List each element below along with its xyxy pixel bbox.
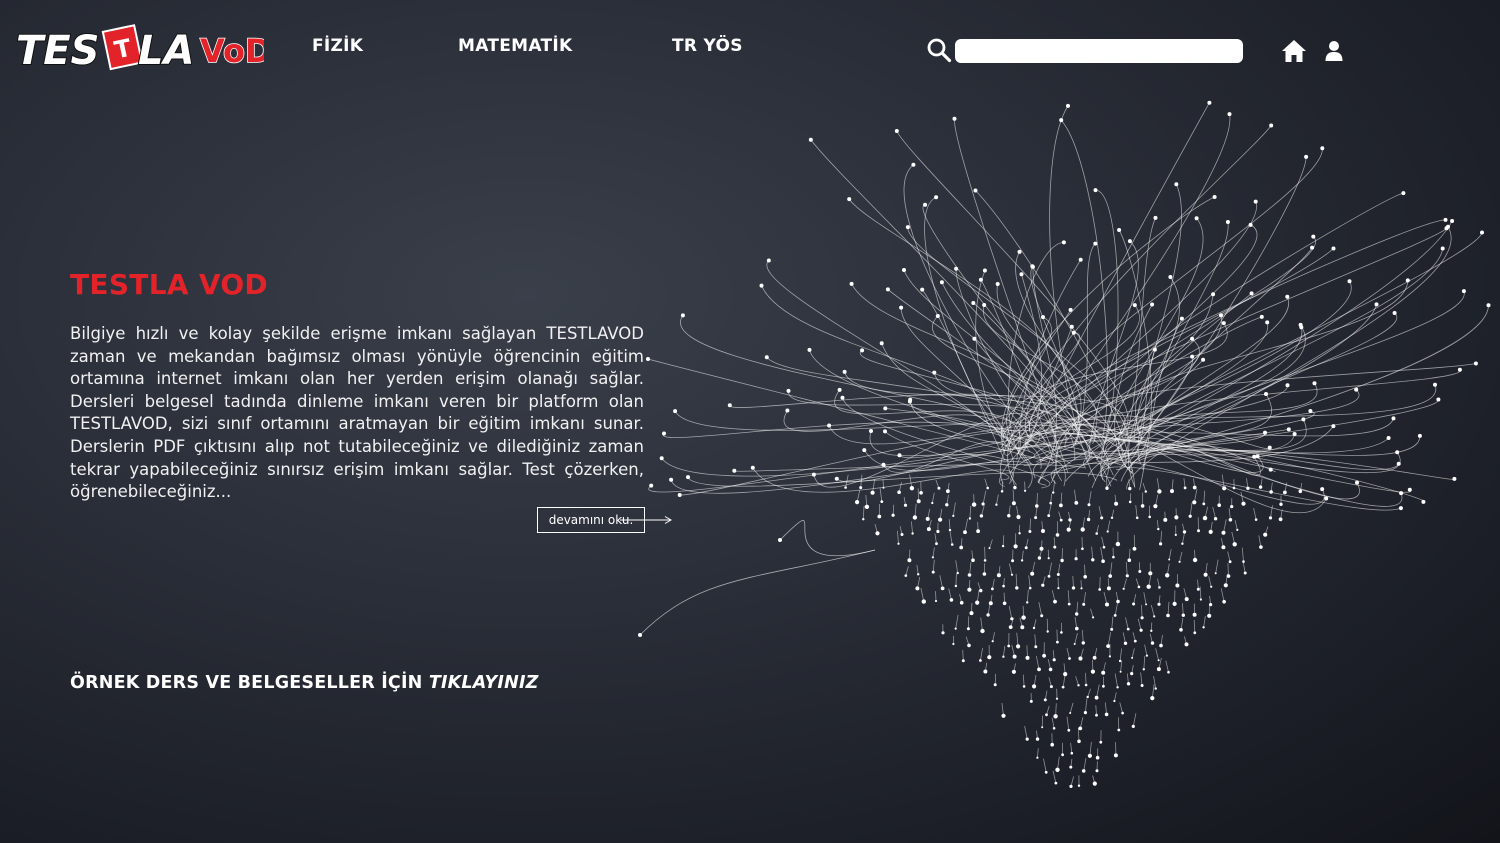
cta-text: ÖRNEK DERS VE BELGESELLER İÇİN xyxy=(70,673,429,693)
network-lines xyxy=(639,102,1489,787)
cta-link[interactable]: TIKLAYINIZ xyxy=(429,673,539,693)
logo-text-la: LA xyxy=(138,28,194,74)
hero-title: TESTLA VOD xyxy=(70,268,268,301)
nav-item-tr-yos[interactable]: TR YÖS xyxy=(672,36,743,56)
hero-description: Bilgiye hızlı ve kolay şekilde erişme im… xyxy=(70,324,644,502)
network-dots xyxy=(638,100,1491,789)
nav-item-fizik[interactable]: FİZİK xyxy=(312,36,363,56)
network-particle-illustration xyxy=(638,100,1491,789)
sample-lessons-cta: ÖRNEK DERS VE BELGESELLER İÇİN TIKLAYINI… xyxy=(70,673,539,693)
nav-item-matematik[interactable]: MATEMATİK xyxy=(458,36,573,56)
testlavod-logo[interactable]: TES T LA VoD xyxy=(14,22,264,74)
logo-text-vod: VoD xyxy=(200,32,264,70)
logo-text-tes: TES xyxy=(16,28,99,74)
user-icon[interactable] xyxy=(1324,40,1344,62)
